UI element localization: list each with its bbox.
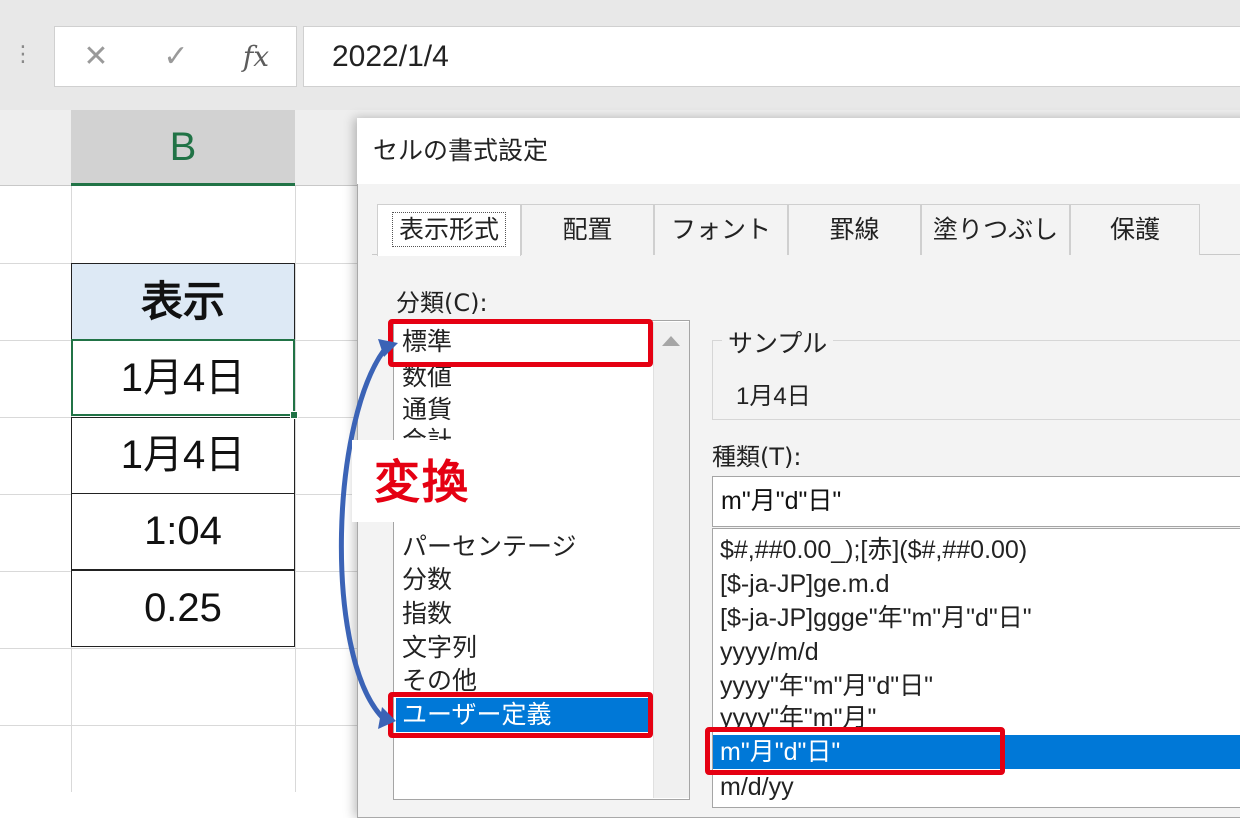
grip-icon[interactable]: ⋮: [12, 40, 34, 70]
convert-label: 変換: [374, 455, 470, 509]
tab-label: 表示形式: [391, 212, 506, 247]
type-item[interactable]: [$-ja-JP]ggge"年"m"月"d"日": [720, 601, 1032, 635]
convert-arrow-icon: [338, 339, 398, 729]
tab-border[interactable]: 罫線: [788, 204, 921, 255]
cell-row-3[interactable]: 1:04: [71, 493, 295, 570]
cell-row-2[interactable]: 1月4日: [71, 417, 295, 494]
fill-handle[interactable]: [290, 411, 298, 419]
scroll-up-icon[interactable]: [662, 336, 680, 346]
grid-line: [0, 648, 360, 649]
cell-row-4[interactable]: 0.25: [71, 570, 295, 647]
category-scrollbar[interactable]: [653, 322, 689, 798]
column-header-b[interactable]: B: [71, 110, 295, 186]
enter-icon[interactable]: ✓: [141, 27, 211, 86]
tab-font[interactable]: フォント: [654, 204, 788, 255]
tab-number-format[interactable]: 表示形式: [377, 204, 521, 256]
category-label: 分類(C):: [396, 289, 488, 317]
formula-buttons: ✕ ✓ fx: [54, 26, 297, 87]
cell-row-1[interactable]: 1月4日: [71, 339, 295, 416]
formula-input[interactable]: 2022/1/4: [303, 26, 1240, 87]
type-item[interactable]: [$-ja-JP]ge.m.d: [720, 567, 890, 601]
highlight-type: [705, 727, 1005, 775]
tab-alignment[interactable]: 配置: [521, 204, 654, 255]
dialog-title: セルの書式設定: [357, 118, 1240, 184]
insert-function-icon[interactable]: fx: [221, 27, 291, 86]
tab-protection[interactable]: 保護: [1070, 204, 1200, 255]
cell-header-display[interactable]: 表示: [71, 263, 295, 340]
sample-label: サンプル: [722, 324, 834, 360]
grid-line: [0, 725, 360, 726]
type-item[interactable]: $#,##0.00_);[赤]($#,##0.00): [720, 533, 1027, 567]
type-input[interactable]: m"月"d"日": [712, 476, 1240, 527]
tab-fill[interactable]: 塗りつぶし: [921, 204, 1070, 255]
sample-value: 1月4日: [736, 383, 811, 410]
type-item[interactable]: yyyy/m/d: [720, 635, 819, 669]
type-item[interactable]: yyyy"年"m"月"d"日": [720, 669, 933, 703]
type-label: 種類(T):: [712, 443, 802, 471]
cancel-icon[interactable]: ✕: [61, 27, 131, 86]
grid-line: [295, 186, 296, 792]
type-item[interactable]: m/d/yy: [720, 770, 794, 804]
